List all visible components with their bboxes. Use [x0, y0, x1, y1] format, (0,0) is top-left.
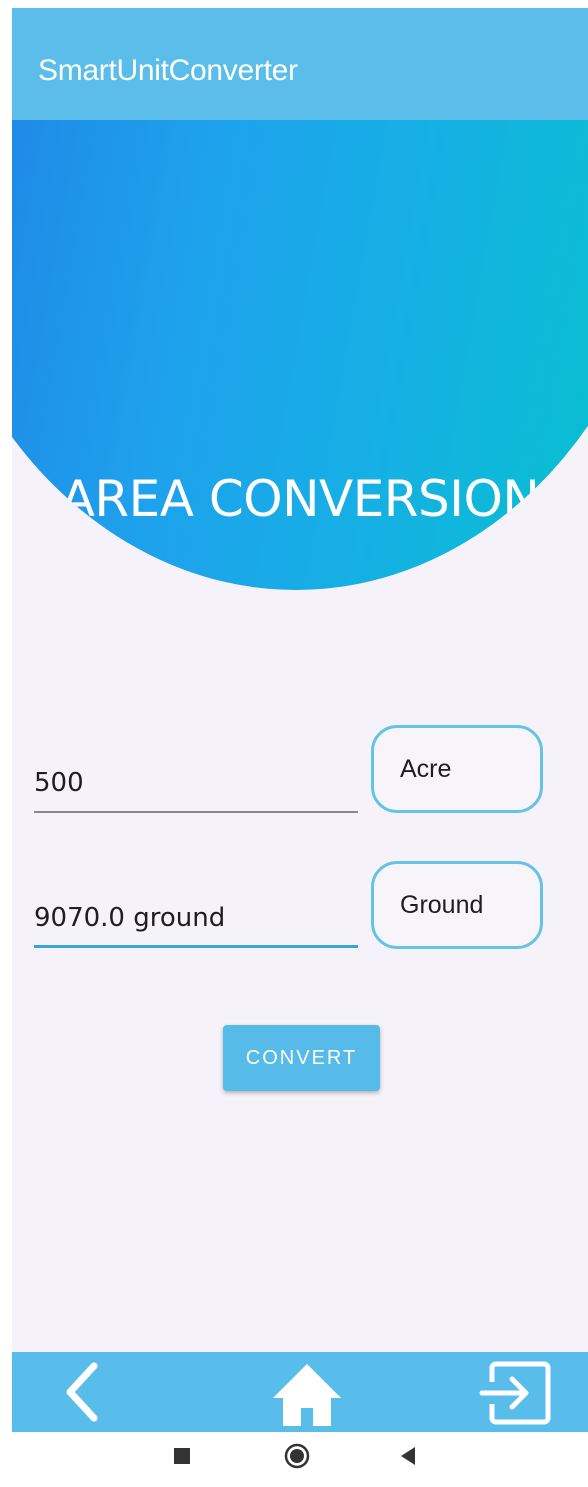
input-value-input[interactable]: [34, 761, 354, 805]
system-nav-bar: [0, 1432, 588, 1482]
home-nav-button[interactable]: [267, 1352, 347, 1432]
app-title: SmartUnitConverter: [38, 54, 298, 87]
system-home-button[interactable]: [283, 1432, 311, 1482]
page-title: AREA CONVERSION: [60, 470, 540, 528]
home-circle-icon: [284, 1443, 310, 1469]
system-back-button[interactable]: [396, 1432, 420, 1482]
home-icon: [273, 1364, 341, 1426]
to-unit-button[interactable]: Ground: [371, 861, 543, 949]
exit-icon: [479, 1361, 551, 1425]
output-value-field[interactable]: [34, 888, 358, 948]
app-screen: AREA CONVERSION SmartUnitConverter Acre …: [12, 8, 588, 1432]
chevron-left-icon: [66, 1362, 98, 1422]
convert-button[interactable]: CONVERT: [223, 1025, 380, 1091]
exit-nav-button[interactable]: [476, 1352, 556, 1432]
input-value-field[interactable]: [34, 753, 358, 813]
from-unit-button[interactable]: Acre: [371, 725, 543, 813]
back-triangle-icon: [401, 1447, 415, 1465]
recent-apps-button[interactable]: [170, 1432, 194, 1482]
output-value-input[interactable]: [34, 896, 354, 940]
bottom-nav: [12, 1352, 588, 1432]
app-bar: SmartUnitConverter: [12, 8, 588, 120]
back-nav-button[interactable]: [56, 1352, 116, 1432]
output-underline: [34, 945, 358, 948]
input-underline: [34, 811, 358, 813]
recent-apps-icon: [174, 1448, 190, 1464]
